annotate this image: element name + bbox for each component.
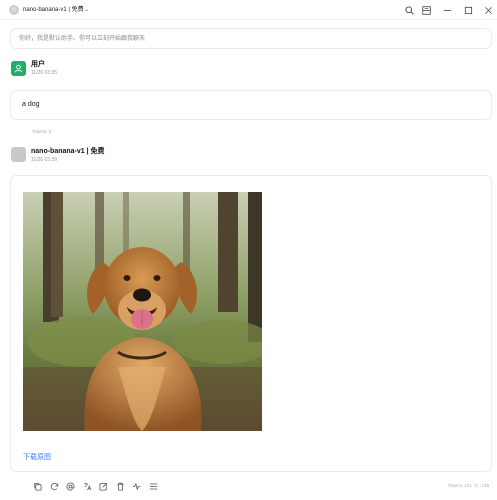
- translate-icon[interactable]: [82, 481, 93, 492]
- generated-dog-image[interactable]: [23, 192, 262, 431]
- mention-icon[interactable]: [65, 481, 76, 492]
- user-icon: [14, 64, 23, 73]
- menu-icon[interactable]: [148, 481, 159, 492]
- assistant-name: nano-banana-v1 | 免费: [31, 148, 105, 155]
- delete-icon[interactable]: [115, 481, 126, 492]
- model-avatar: n: [9, 5, 19, 15]
- model-switch-icon[interactable]: ⌃⌄: [79, 5, 89, 15]
- branch-icon[interactable]: [131, 481, 142, 492]
- layout-icon[interactable]: [419, 3, 433, 17]
- user-message-text: a dog: [22, 101, 40, 108]
- user-message: a dog: [10, 90, 492, 120]
- close-icon[interactable]: [481, 3, 495, 17]
- model-selector[interactable]: nano-banana-v1 | 免费: [23, 5, 84, 15]
- welcome-text: 你好，我是默认助手。你可以立刻开始跟我聊天: [19, 36, 146, 42]
- search-icon[interactable]: [402, 3, 416, 17]
- title-bar: n nano-banana-v1 | 免费 ⌃⌄: [0, 0, 497, 20]
- edit-icon[interactable]: [98, 481, 109, 492]
- copy-icon[interactable]: [32, 481, 43, 492]
- user-tokens: Tokens: 2: [32, 129, 52, 134]
- message-action-bar: [32, 480, 159, 492]
- assistant-avatar: [11, 147, 26, 162]
- welcome-message: 你好，我是默认助手。你可以立刻开始跟我聊天: [10, 28, 492, 49]
- assistant-tokens: Tokens: 141 ↑2 ↓139: [447, 483, 489, 488]
- download-original-link[interactable]: 下载原图: [23, 452, 51, 462]
- minimize-icon[interactable]: [440, 3, 454, 17]
- assistant-message: 下载原图: [10, 175, 492, 472]
- user-avatar: [11, 61, 26, 76]
- user-message-time: 11/26 03:35: [31, 70, 58, 76]
- regenerate-icon[interactable]: [49, 481, 60, 492]
- assistant-message-time: 11/26 03:39: [31, 157, 58, 163]
- user-name: 用户: [31, 61, 45, 68]
- maximize-icon[interactable]: [461, 3, 475, 17]
